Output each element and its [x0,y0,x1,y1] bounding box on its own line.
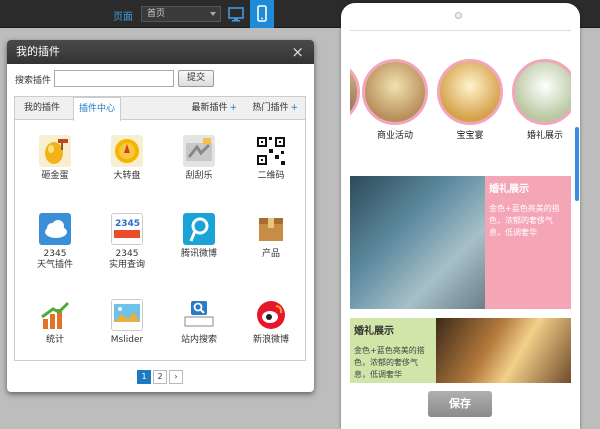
plugin-name: 站内搜索 [180,335,217,345]
plugin-item-scratch-card[interactable]: 刮刮乐 [164,135,234,182]
preview-scrollbar[interactable] [575,127,579,201]
feature-text-2: 婚礼展示 金色+蓝色亮美的搭色，浓郁的奢侈气息，低调奢华 [350,318,436,383]
tab-hot-label: 热门插件 [252,103,289,113]
mobile-preview-screen[interactable]: 商业活动 宝宝宴 婚礼展示 婚礼展示 金色+蓝色亮美的搭色，浓郁的奢侈气息，低调… [350,30,571,383]
plugin-item-query[interactable]: 2345 2345 实用查询 [92,213,162,271]
golden-egg-icon [39,135,71,167]
plugin-search-row: 搜索插件 提交 [7,69,314,91]
circle-photo [512,59,571,125]
slider-image-icon [111,299,143,331]
chevron-down-icon [210,12,216,16]
mobile-view-button[interactable] [250,0,274,28]
qrcode-icon [255,135,287,167]
scratch-card-icon [183,135,215,167]
plugin-item-weather[interactable]: 2345 天气插件 [20,213,90,271]
plus-icon: + [229,103,237,113]
desktop-icon [228,7,244,22]
circle-label: 宝宝宴 [456,131,484,141]
circle-item-business[interactable]: 商业活动 [360,59,430,141]
plugin-item-mslider[interactable]: Mslider [92,299,162,346]
tab-hot-plugins[interactable]: 热门插件 + [247,97,303,120]
tab-latest-plugins[interactable]: 最新插件 + [186,97,242,120]
save-button[interactable]: 保存 [428,391,492,417]
plugin-name: 2345 实用查询 [108,249,145,270]
plus-icon: + [290,103,298,113]
camera-icon [455,12,462,19]
plugin-item-product[interactable]: 产品 [236,213,306,260]
plugin-name: 刮刮乐 [185,171,213,181]
wheel-icon [111,135,143,167]
plugin-dialog: 我的插件 × 搜索插件 提交 我的插件 插件中心 最新插件 + 热门插件 + 砸金蛋 [7,40,314,392]
tencent-weibo-icon [183,213,215,245]
page-select-value: 首页 [147,9,166,19]
submit-button[interactable]: 提交 [178,70,214,87]
plugin-item-qrcode[interactable]: 二维码 [236,135,306,182]
plugin-name: 大转盘 [113,171,141,181]
query-icon: 2345 [111,213,143,245]
search-label: 搜索插件 [15,76,52,86]
svg-text:2345: 2345 [115,219,140,229]
circle-photo [350,59,360,125]
plugin-name: 2345 天气插件 [36,249,73,270]
feature-title: 婚礼展示 [354,326,394,337]
page-label: 页面 [113,12,133,23]
plugin-item-wheel[interactable]: 大转盘 [92,135,162,182]
product-box-icon [255,213,287,245]
desktop-view-button[interactable] [225,3,247,25]
plugin-item-golden-egg[interactable]: 砸金蛋 [20,135,90,182]
plugin-tabs-panel: 我的插件 插件中心 最新插件 + 热门插件 + 砸金蛋 大转盘 刮刮乐 二维码 … [14,96,306,361]
next-page-icon[interactable]: › [169,370,183,384]
plugin-name: 统计 [45,335,64,345]
tab-plugin-center[interactable]: 插件中心 [73,97,122,121]
page-2-button[interactable]: 2 [153,370,167,384]
plugin-name: 二维码 [257,171,285,181]
mobile-preview-frame: 商业活动 宝宝宴 婚礼展示 婚礼展示 金色+蓝色亮美的搭色，浓郁的奢侈气息，低调… [341,3,580,429]
plugin-item-site-search[interactable]: 站内搜索 [164,299,234,346]
sina-weibo-icon [255,299,287,331]
plugin-item-sina-weibo[interactable]: 新浪微博 [236,299,306,346]
site-search-icon [183,299,215,331]
tab-latest-label: 最新插件 [191,103,228,113]
circle-item-baby-banquet[interactable]: 宝宝宴 [435,59,505,141]
feature-desc: 金色+蓝色亮美的搭色，浓郁的奢侈气息，低调奢华 [489,204,560,237]
plugin-search-input[interactable] [54,70,174,87]
circle-item-wedding[interactable]: 婚礼展示 [510,59,571,141]
plugin-item-tencent-weibo[interactable]: 腾讯微博 [164,213,234,260]
feature-title: 婚礼展示 [489,184,529,195]
tabs-bar: 我的插件 插件中心 最新插件 + 热门插件 + [15,97,305,121]
plugin-name: 产品 [261,249,280,259]
plugin-name: 腾讯微博 [180,249,217,259]
circle-label: 商业活动 [376,131,413,141]
stats-chart-icon [39,299,71,331]
circle-label: 婚礼展示 [526,131,563,141]
close-icon[interactable]: × [291,40,304,64]
plugin-name: 砸金蛋 [41,171,69,181]
feature-block-2[interactable]: 婚礼展示 金色+蓝色亮美的搭色，浓郁的奢侈气息，低调奢华 [350,318,571,383]
dialog-header: 我的插件 × [7,40,314,64]
plugin-name: Mslider [110,335,144,345]
feature-text-1: 婚礼展示 金色+蓝色亮美的搭色，浓郁的奢侈气息，低调奢华 [485,176,571,309]
page-select[interactable]: 首页 [141,6,221,22]
tab-my-plugins[interactable]: 我的插件 [19,97,65,120]
circle-photo [437,59,503,125]
feature-desc: 金色+蓝色亮美的搭色，浓郁的奢侈气息，低调奢华 [354,346,425,379]
plugin-name: 新浪微博 [252,335,289,345]
feature-block-1[interactable]: 婚礼展示 金色+蓝色亮美的搭色，浓郁的奢侈气息，低调奢华 [350,176,571,309]
wedding-banquet-photo [350,176,485,309]
circle-photo [362,59,428,125]
weather-icon [39,213,71,245]
mobile-icon [257,5,267,22]
plugin-item-stats[interactable]: 统计 [20,299,90,346]
dialog-title: 我的插件 [16,45,60,58]
wedding-hall-photo [436,318,571,383]
page-1-button[interactable]: 1 [137,370,151,384]
